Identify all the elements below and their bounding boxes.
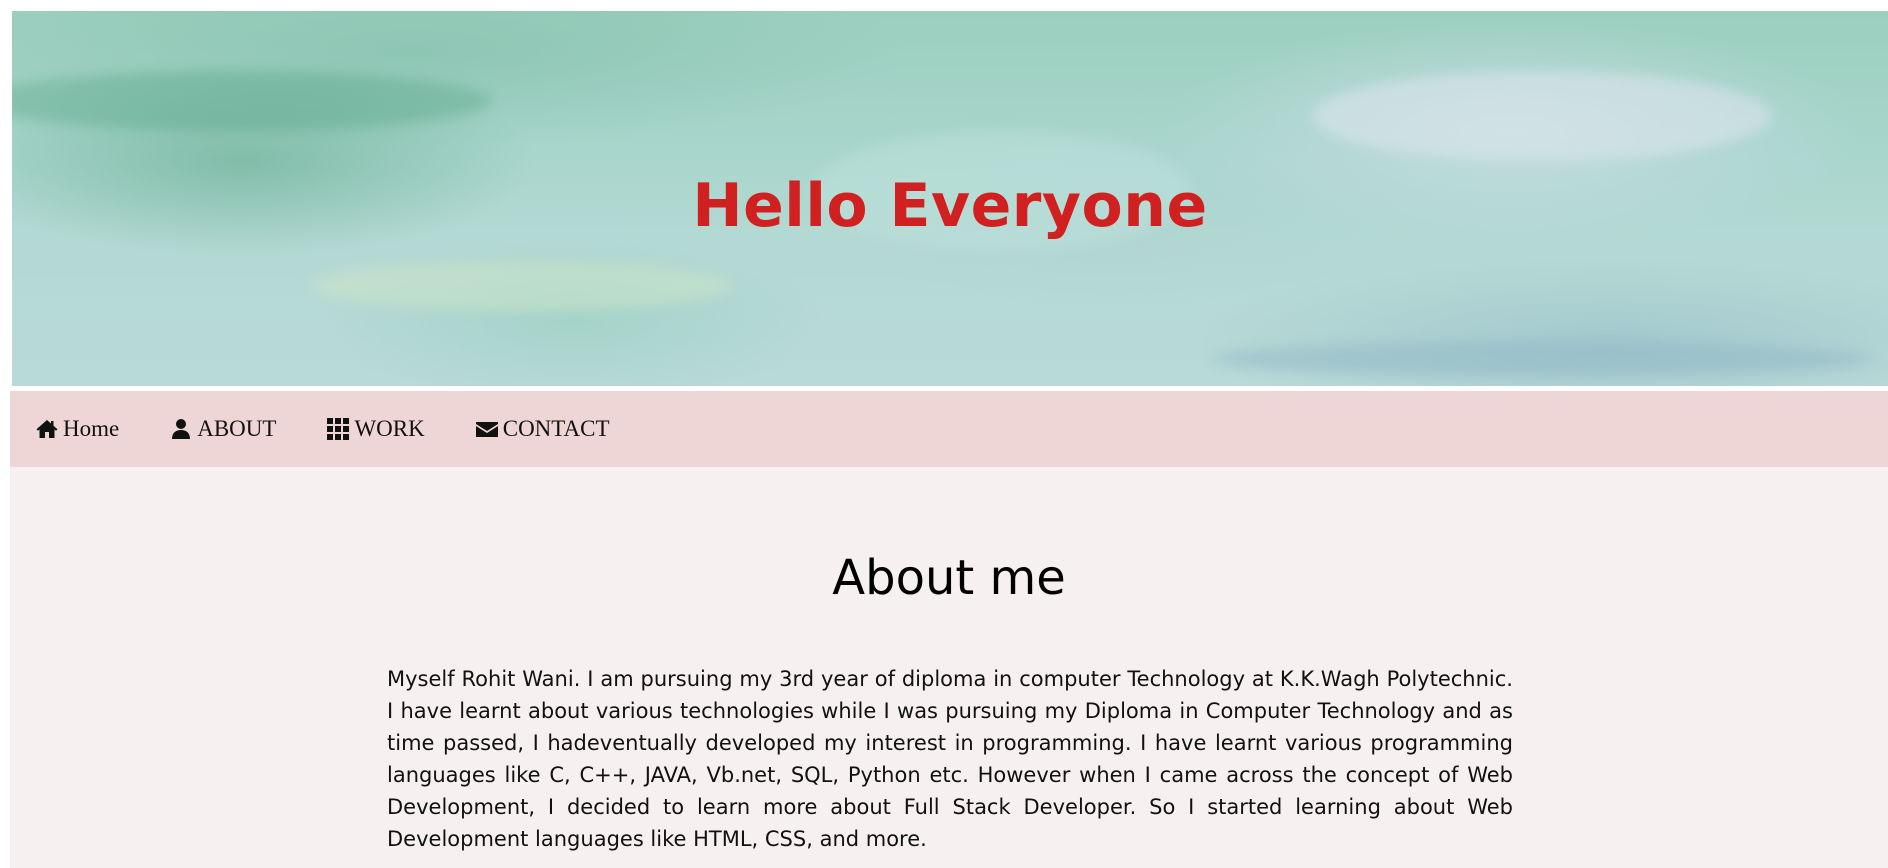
nav-work[interactable]: WORK bbox=[326, 416, 425, 442]
nav-contact[interactable]: CONTACT bbox=[475, 416, 610, 442]
nav-work-label: WORK bbox=[354, 416, 425, 441]
nav-about[interactable]: ABOUT bbox=[169, 416, 276, 442]
envelope-icon bbox=[475, 417, 499, 441]
user-icon bbox=[169, 417, 193, 441]
grid-icon bbox=[326, 417, 350, 441]
about-section: About me Myself Rohit Wani. I am pursuin… bbox=[10, 467, 1888, 868]
main-nav: Home ABOUT WORK CONTACT bbox=[10, 391, 1888, 467]
banner-texture bbox=[12, 71, 492, 131]
nav-about-label: ABOUT bbox=[197, 416, 277, 441]
nav-contact-label: CONTACT bbox=[502, 416, 610, 441]
about-heading: About me bbox=[832, 550, 1066, 606]
nav-home-label: Home bbox=[63, 416, 120, 441]
banner-texture bbox=[1212, 341, 1872, 377]
banner-texture bbox=[1312, 71, 1772, 161]
about-paragraph: Myself Rohit Wani. I am pursuing my 3rd … bbox=[387, 667, 1513, 851]
banner-texture bbox=[312, 261, 732, 311]
home-icon bbox=[35, 417, 59, 441]
banner-title: Hello Everyone bbox=[692, 171, 1208, 241]
page: Hello Everyone Home ABOUT WORK CONTACT A… bbox=[0, 0, 1888, 868]
nav-home[interactable]: Home bbox=[35, 416, 119, 442]
hero-banner: Hello Everyone bbox=[12, 11, 1888, 386]
